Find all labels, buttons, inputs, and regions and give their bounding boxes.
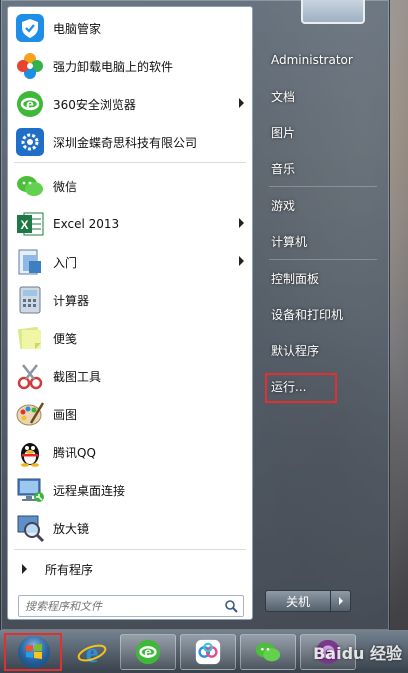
taskbar-baidu-netdisk[interactable] (180, 634, 236, 670)
program-label: 截图工具 (53, 369, 102, 384)
uninstaller-flower-icon (14, 50, 46, 82)
link-documents[interactable]: 文档 (263, 78, 383, 114)
360-browser-icon: e (135, 639, 161, 665)
program-item-remote-desktop[interactable]: 远程桌面连接 (8, 471, 252, 509)
getting-started-icon (14, 246, 46, 278)
program-label: 腾讯QQ (53, 445, 96, 460)
chevron-right-icon (338, 597, 343, 605)
search-box (18, 595, 244, 617)
kingdee-settings-icon (14, 126, 46, 158)
program-item-uninstaller[interactable]: 强力卸载电脑上的软件 (8, 47, 252, 85)
program-label: 强力卸载电脑上的软件 (53, 59, 174, 74)
program-item-snipping-tool[interactable]: 截图工具 (8, 357, 252, 395)
program-label: 微信 (53, 179, 78, 194)
remote-desktop-icon (14, 474, 46, 506)
all-programs-label: 所有程序 (45, 562, 94, 577)
wechat-icon (14, 170, 46, 202)
taskbar-360-browser[interactable]: e (120, 634, 176, 670)
right-pane: Administrator 文档 图片 音乐 游戏 计算机 控制面板 设备和打印… (263, 42, 383, 404)
programs-pane: 电脑管家 强力卸载电脑上的软件 e 360安全浏览器 深圳金蝶奇思科技有限公司 … (7, 6, 253, 620)
taskbar-wechat[interactable] (240, 634, 296, 670)
program-label: Excel 2013 (53, 217, 120, 231)
shutdown-group: 关机 (265, 590, 351, 612)
link-default-programs[interactable]: 默认程序 (263, 332, 383, 368)
program-label: 远程桌面连接 (53, 483, 126, 498)
user-picture[interactable] (301, 0, 365, 24)
program-item-magnifier[interactable]: 放大镜 (8, 509, 252, 547)
link-pictures[interactable]: 图片 (263, 114, 383, 150)
link-computer[interactable]: 计算机 (263, 223, 383, 259)
program-label: 360安全浏览器 (53, 97, 136, 112)
program-item-360-browser[interactable]: e 360安全浏览器 (8, 85, 252, 123)
program-item-calculator[interactable]: 计算器 (8, 281, 252, 319)
divider (14, 162, 246, 163)
snipping-tool-icon (14, 360, 46, 392)
link-control-panel[interactable]: 控制面板 (263, 260, 383, 296)
excel-icon: X (14, 208, 46, 240)
program-item-wechat[interactable]: 微信 (8, 167, 252, 205)
start-button-highlight (4, 633, 62, 671)
ie-icon: e (77, 638, 107, 667)
user-name-link[interactable]: Administrator (263, 42, 383, 78)
program-list: 电脑管家 强力卸载电脑上的软件 e 360安全浏览器 深圳金蝶奇思科技有限公司 … (8, 9, 252, 547)
svg-text:X: X (20, 218, 28, 232)
shutdown-button[interactable]: 关机 (265, 590, 331, 612)
submenu-arrow-icon (239, 218, 244, 228)
program-item-kingdee[interactable]: 深圳金蝶奇思科技有限公司 (8, 123, 252, 161)
all-programs-button[interactable]: 所有程序 (8, 554, 252, 584)
search-input[interactable] (19, 596, 222, 616)
svg-text:e: e (144, 645, 151, 660)
wechat-icon (255, 642, 281, 662)
program-item-paint[interactable]: 画图 (8, 395, 252, 433)
divider (14, 549, 246, 550)
program-label: 电脑管家 (53, 21, 102, 36)
calculator-icon (14, 284, 46, 316)
link-devices-printers[interactable]: 设备和打印机 (263, 296, 383, 332)
program-label: 便笺 (53, 331, 78, 346)
shutdown-options-button[interactable] (331, 590, 351, 612)
submenu-arrow-icon (239, 256, 244, 266)
program-label: 深圳金蝶奇思科技有限公司 (53, 135, 198, 150)
program-label: 入门 (53, 255, 78, 270)
taskbar-ie[interactable]: e (64, 634, 120, 670)
qq-penguin-icon (14, 436, 46, 468)
svg-text:e: e (86, 638, 98, 667)
watermark: Baidu 经验 (313, 644, 402, 663)
program-label: 放大镜 (53, 521, 90, 536)
link-games[interactable]: 游戏 (263, 187, 383, 223)
submenu-arrow-icon (239, 98, 244, 108)
program-item-pc-manager[interactable]: 电脑管家 (8, 9, 252, 47)
start-menu: 电脑管家 强力卸载电脑上的软件 e 360安全浏览器 深圳金蝶奇思科技有限公司 … (0, 0, 390, 631)
sticky-notes-icon (14, 322, 46, 354)
program-label: 画图 (53, 407, 78, 422)
program-label: 计算器 (53, 293, 90, 308)
tencent-pc-manager-icon (14, 12, 46, 44)
svg-text:e: e (26, 96, 34, 112)
program-item-getting-started[interactable]: 入门 (8, 243, 252, 281)
program-item-sticky-notes[interactable]: 便笺 (8, 319, 252, 357)
expand-arrow-icon (22, 564, 27, 574)
baidu-netdisk-icon (195, 639, 221, 665)
program-item-qq[interactable]: 腾讯QQ (8, 433, 252, 471)
magnifier-icon (14, 512, 46, 544)
link-run[interactable]: 运行... (263, 368, 383, 404)
paint-icon (14, 398, 46, 430)
search-icon[interactable] (222, 597, 240, 615)
link-music[interactable]: 音乐 (263, 150, 383, 186)
360-browser-icon: e (14, 88, 46, 120)
program-item-excel[interactable]: X Excel 2013 (8, 205, 252, 243)
